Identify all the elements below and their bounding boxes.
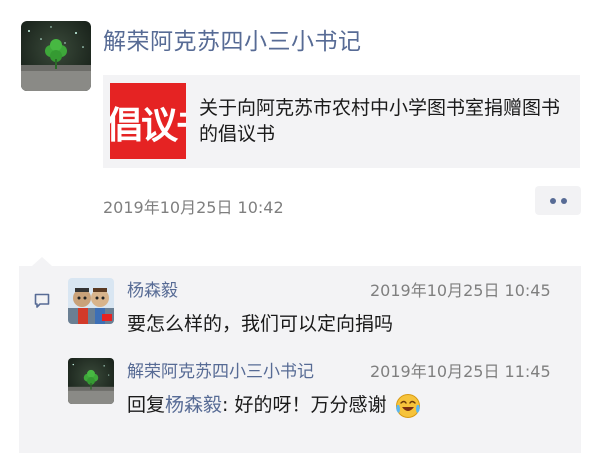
comment-area-pointer: [32, 257, 52, 266]
cartoon-avatar-icon: [68, 278, 114, 324]
commenter-avatar[interactable]: [68, 278, 114, 324]
comment-area: 杨森毅 2019年10月25日 10:45 要怎么样的，我们可以定向捐吗 解荣阿…: [19, 266, 581, 453]
commenter-name[interactable]: 解荣阿克苏四小三小书记: [127, 357, 314, 382]
comment-bubble-icon: [34, 293, 50, 308]
link-thumbnail: 倡议书: [110, 83, 186, 159]
more-dot-icon: [560, 197, 567, 204]
reply-to-name[interactable]: 杨森毅: [165, 394, 222, 416]
crying-laughing-icon: [395, 393, 420, 418]
reply-message: : 好的呀！万分感谢: [222, 394, 387, 416]
clover-photo-icon: [68, 358, 114, 404]
clover-photo-icon: [21, 21, 91, 91]
comment-timestamp: 2019年10月25日 10:45: [370, 281, 551, 300]
post-timestamp: 2019年10月25日 10:42: [103, 198, 284, 217]
link-title: 关于向阿克苏市农村中小学图书室捐赠图书的倡议书: [199, 97, 561, 145]
reply-text[interactable]: 回复杨森毅: 好的呀！万分感谢: [127, 390, 421, 419]
commenter-name[interactable]: 杨森毅: [127, 276, 178, 301]
author-avatar[interactable]: [21, 21, 91, 91]
shared-link-card[interactable]: 倡议书 关于向阿克苏市农村中小学图书室捐赠图书的倡议书: [103, 75, 580, 168]
comment-timestamp: 2019年10月25日 11:45: [370, 362, 551, 381]
post-author-name[interactable]: 解荣阿克苏四小三小书记: [103, 22, 362, 56]
commenter-avatar[interactable]: [68, 358, 114, 404]
more-dot-icon: [549, 197, 556, 204]
reply-prefix: 回复: [127, 394, 166, 416]
more-actions-button[interactable]: [535, 186, 581, 215]
comment-text[interactable]: 要怎么样的，我们可以定向捐吗: [127, 309, 393, 336]
link-thumbnail-text: 倡议书: [110, 104, 186, 147]
